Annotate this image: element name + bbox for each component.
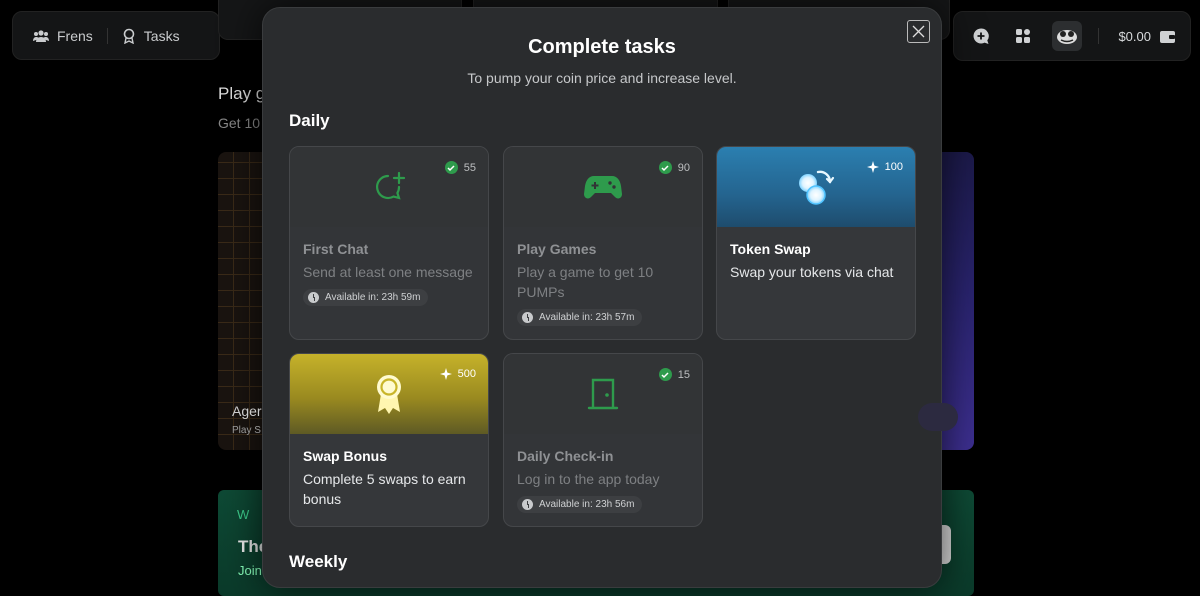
background-promo-mark: W (237, 507, 250, 522)
task-banner: 500 (290, 354, 488, 434)
medal-icon (123, 28, 135, 44)
task-banner: 55 (290, 147, 488, 227)
reward-amount: 100 (884, 161, 903, 173)
sparkle-icon (439, 368, 452, 380)
background-game-sub: Play S (232, 425, 261, 436)
task-card-swap-bonus[interactable]: 500 Swap Bonus Complete 5 swaps to earn … (289, 353, 489, 527)
reward-badge: 100 (866, 161, 903, 173)
task-title: First Chat (303, 241, 369, 257)
reward-badge: 55 (444, 161, 476, 174)
modal-subtitle: To pump your coin price and increase lev… (467, 70, 737, 86)
clock-icon (308, 292, 319, 303)
task-banner: 90 (504, 147, 702, 227)
token-swap-icon (799, 170, 835, 205)
chat-plus-icon (973, 28, 989, 44)
availability-timer: Available in: 23h 56m (517, 496, 643, 513)
grid-icon (1016, 29, 1030, 43)
people-icon (33, 29, 49, 42)
pepe-avatar-icon (1057, 30, 1077, 44)
nav-frens-label: Frens (57, 27, 93, 44)
task-title: Token Swap (730, 241, 811, 257)
task-description: Log in to the app today (517, 471, 660, 487)
availability-timer: Available in: 23h 57m (517, 309, 643, 326)
task-card-first-chat[interactable]: 55 First Chat Send at least one message … (289, 146, 489, 340)
profile-avatar-button[interactable] (1052, 21, 1082, 51)
task-title: Swap Bonus (303, 448, 388, 464)
background-subheading: Get 10 (218, 115, 261, 131)
nav-tasks[interactable]: Tasks (122, 28, 180, 44)
clock-icon (522, 499, 533, 510)
reward-amount: 90 (677, 161, 690, 174)
task-banner: 15 (504, 354, 702, 434)
toolbar-divider (1098, 28, 1099, 44)
task-card-token-swap[interactable]: 100 Token Swap Swap your tokens via chat (716, 146, 916, 340)
clock-icon (522, 312, 533, 323)
door-icon (587, 378, 619, 410)
reward-amount: 500 (457, 368, 476, 380)
top-right-toolbar: $0.00 (953, 11, 1191, 61)
tasks-modal: Complete tasks To pump your coin price a… (262, 7, 942, 588)
weekly-section-heading: Weekly (289, 552, 348, 571)
top-nav: Frens Tasks (12, 11, 220, 60)
task-description: Send at least one message (303, 264, 473, 280)
timer-text: Available in: 23h 59m (325, 292, 421, 303)
wallet-balance: $0.00 (1118, 28, 1151, 44)
task-description: Complete 5 swaps to earn bonus (303, 471, 466, 507)
nav-divider (106, 27, 108, 44)
wallet-icon (1160, 30, 1175, 43)
task-title: Play Games (517, 241, 597, 257)
reward-badge: 15 (658, 368, 690, 381)
sparkle-icon (866, 161, 879, 173)
nav-tasks-label: Tasks (143, 27, 180, 44)
check-icon (658, 161, 672, 174)
check-icon (658, 368, 672, 381)
reward-amount: 15 (677, 368, 690, 381)
check-icon (444, 161, 458, 174)
timer-text: Available in: 23h 57m (539, 312, 635, 323)
background-heading: Play g (218, 84, 266, 103)
task-card-play-games[interactable]: 90 Play Games Play a game to get 10 PUMP… (503, 146, 703, 340)
reward-badge: 500 (439, 368, 476, 380)
chat-plus-icon (376, 171, 406, 200)
wallet-button[interactable]: $0.00 (1118, 29, 1176, 44)
modal-title: Complete tasks (528, 36, 676, 58)
task-title: Daily Check-in (517, 448, 614, 464)
background-promo-sub: Join (238, 563, 262, 578)
chat-add-button[interactable] (968, 23, 994, 49)
reward-badge: 90 (658, 161, 690, 174)
task-card-daily-check-in[interactable]: 15 Daily Check-in Log in to the app toda… (503, 353, 703, 527)
background-play-button[interactable] (918, 403, 958, 431)
background-game-title: Ager (232, 403, 262, 419)
nav-frens[interactable]: Frens (33, 28, 93, 44)
award-ribbon-icon (377, 375, 401, 414)
task-description: Swap your tokens via chat (730, 264, 894, 280)
reward-amount: 55 (463, 161, 476, 174)
availability-timer: Available in: 23h 59m (303, 289, 429, 306)
daily-section-heading: Daily (289, 111, 330, 130)
gamepad-icon (584, 176, 622, 199)
timer-text: Available in: 23h 56m (539, 499, 635, 510)
apps-button[interactable] (1010, 23, 1036, 49)
task-description: Play a game to get 10 PUMPs (517, 264, 654, 300)
task-banner: 100 (717, 147, 915, 227)
